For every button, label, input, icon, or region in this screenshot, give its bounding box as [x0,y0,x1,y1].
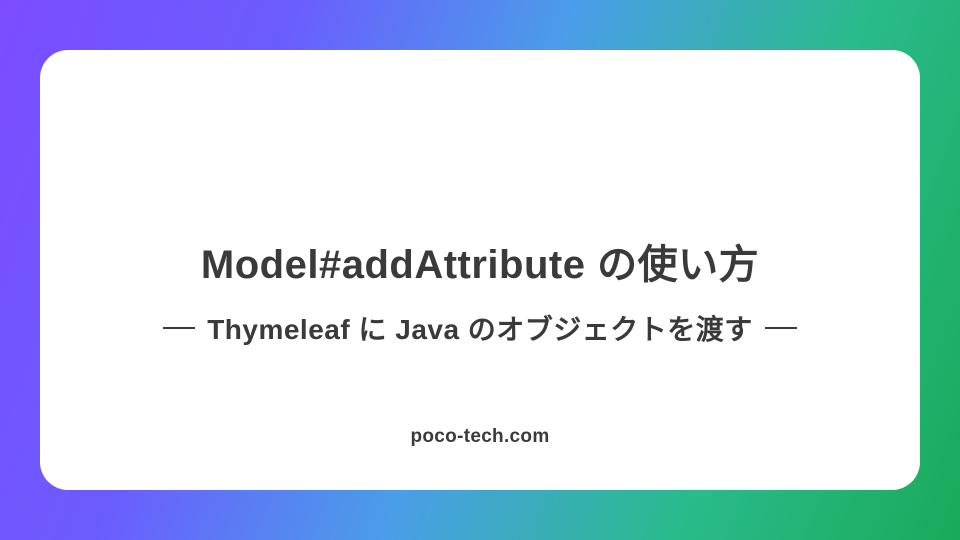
page-title: Model#addAttribute の使い方 [201,232,759,290]
dash-right-icon [765,327,797,329]
content-top: Model#addAttribute の使い方 Thymeleaf に Java… [163,232,797,348]
page-subtitle: Thymeleaf に Java のオブジェクトを渡す [207,308,753,348]
content-card: Model#addAttribute の使い方 Thymeleaf に Java… [40,50,920,490]
dash-left-icon [163,327,195,329]
domain-label: poco-tech.com [410,426,549,448]
subtitle-row: Thymeleaf に Java のオブジェクトを渡す [163,308,797,348]
